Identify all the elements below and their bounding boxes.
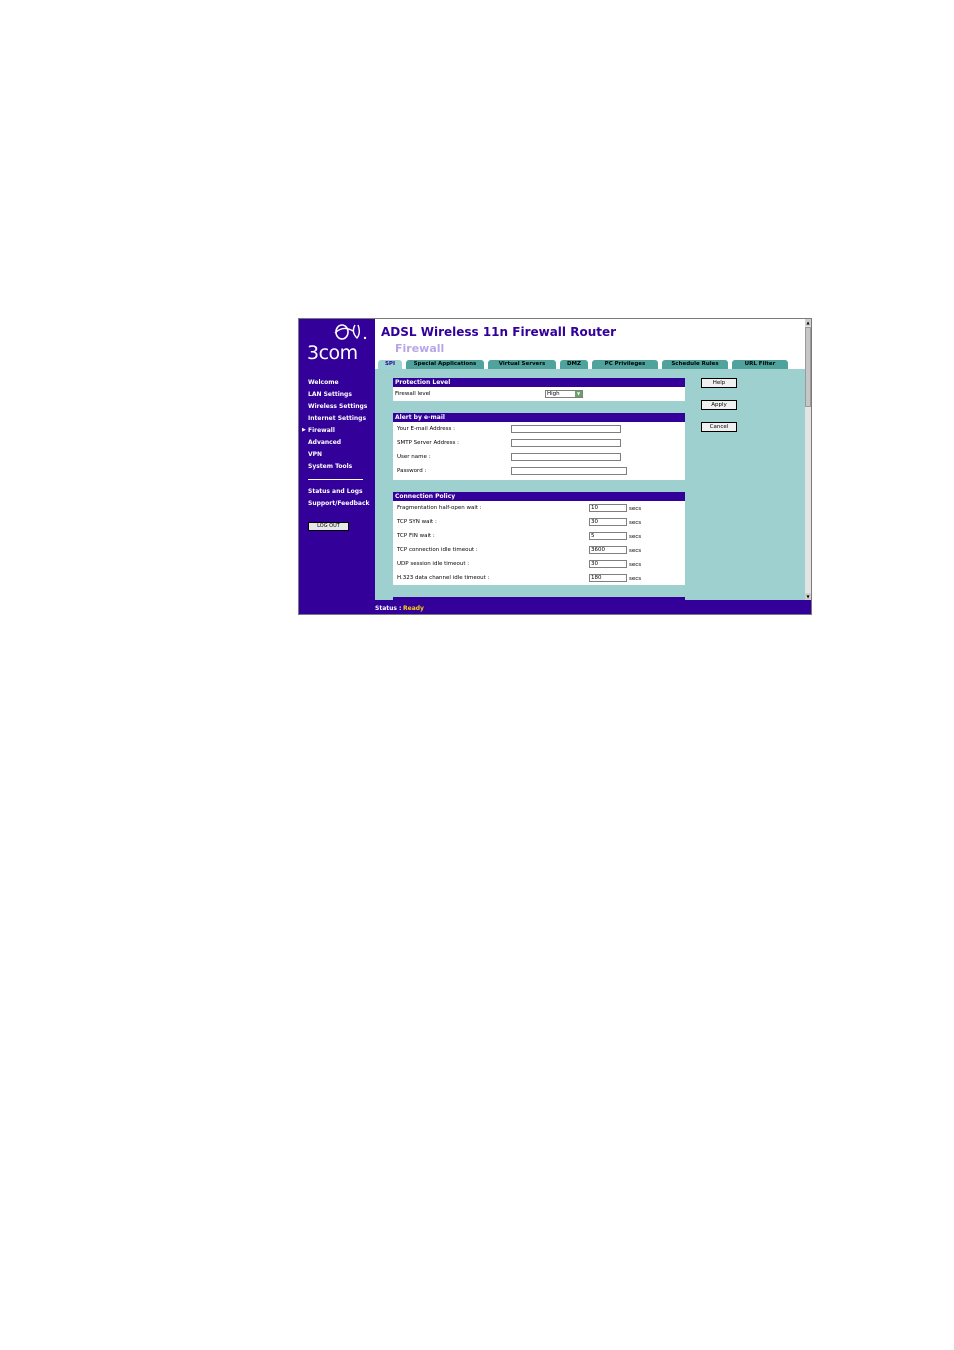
logout-button[interactable]: LOG OUT (308, 522, 349, 531)
alert-email-panel: Alert by e-mail Your E-mail Address : SM… (393, 413, 685, 480)
sidebar: 3com Welcome LAN Settings Wireless Setti… (299, 319, 375, 614)
tcp-syn-wait-input[interactable] (589, 518, 627, 526)
sidebar-item-system-tools[interactable]: System Tools (308, 463, 352, 471)
sidebar-item-internet-settings[interactable]: Internet Settings (308, 415, 366, 423)
email-input[interactable] (511, 425, 621, 433)
tcp-fin-wait-input[interactable] (589, 532, 627, 540)
help-button[interactable]: Help (701, 378, 737, 388)
username-label: User name : (397, 454, 431, 460)
sidebar-divider (308, 479, 363, 480)
tab-bar: SPI Special Applications Virtual Servers… (375, 359, 805, 369)
apply-button[interactable]: Apply (701, 400, 737, 410)
firewall-level-value: High (547, 391, 560, 397)
fragmentation-wait-input[interactable] (589, 504, 627, 512)
status-label: Status : (375, 605, 402, 612)
alert-email-heading: Alert by e-mail (393, 413, 685, 422)
scroll-up-arrow-icon[interactable]: ▲ (805, 319, 811, 326)
tcp-syn-wait-unit: secs (629, 520, 642, 526)
udp-idle-timeout-unit: secs (629, 562, 642, 568)
tcp-idle-timeout-input[interactable] (589, 546, 627, 554)
dropdown-arrow-icon: ▼ (575, 391, 582, 397)
protection-level-heading: Protection Level (393, 378, 685, 387)
tab-spi[interactable]: SPI (378, 360, 402, 369)
cancel-button[interactable]: Cancel (701, 422, 737, 432)
tcp-idle-timeout-label: TCP connection idle timeout : (397, 547, 478, 553)
smtp-input[interactable] (511, 439, 621, 447)
sidebar-item-advanced[interactable]: Advanced (308, 439, 341, 447)
fragmentation-wait-label: Fragmentation half-open wait : (397, 505, 482, 511)
tab-url-filter[interactable]: URL Filter (732, 360, 788, 369)
h323-idle-timeout-label: H.323 data channel idle timeout : (397, 575, 490, 581)
udp-idle-timeout-label: UDP session idle timeout : (397, 561, 470, 567)
firewall-level-select[interactable]: High ▼ (545, 390, 583, 398)
tab-schedule-rules[interactable]: Schedule Rules (662, 360, 728, 369)
vertical-scrollbar[interactable]: ▲ ▼ (805, 319, 811, 600)
3com-swoosh-icon (334, 324, 367, 340)
smtp-label: SMTP Server Address : (397, 440, 459, 446)
h323-idle-timeout-input[interactable] (589, 574, 627, 582)
content-area: Protection Level Firewall level High ▼ A… (375, 369, 805, 600)
status-value: Ready (403, 605, 424, 612)
password-input[interactable] (511, 467, 627, 475)
tcp-syn-wait-label: TCP SYN wait : (397, 519, 437, 525)
sidebar-item-firewall[interactable]: Firewall (308, 427, 335, 435)
page-title: Firewall (395, 342, 445, 355)
status-bar: Status : Ready (375, 600, 811, 614)
fragmentation-wait-unit: secs (629, 506, 642, 512)
firewall-level-label: Firewall level (395, 391, 431, 397)
connection-policy-panel: Connection Policy Fragmentation half-ope… (393, 492, 685, 585)
tcp-fin-wait-unit: secs (629, 534, 642, 540)
email-label: Your E-mail Address : (397, 426, 455, 432)
sidebar-item-welcome[interactable]: Welcome (308, 379, 339, 387)
sidebar-item-vpn[interactable]: VPN (308, 451, 322, 459)
tab-virtual-servers[interactable]: Virtual Servers (488, 360, 556, 369)
active-arrow-icon: ▶ (302, 427, 306, 433)
page-header: ADSL Wireless 11n Firewall Router Firewa… (375, 319, 805, 369)
tab-pc-privileges[interactable]: PC Privileges (592, 360, 658, 369)
tab-special-applications[interactable]: Special Applications (406, 360, 484, 369)
sidebar-item-status-and-logs[interactable]: Status and Logs (308, 488, 363, 496)
password-label: Password : (397, 468, 427, 474)
brand-logo: 3com (303, 321, 371, 365)
username-input[interactable] (511, 453, 621, 461)
brand-logo-text: 3com (307, 342, 358, 364)
sidebar-item-support-feedback[interactable]: Support/Feedback (308, 500, 370, 508)
scroll-down-arrow-icon[interactable]: ▼ (805, 593, 811, 600)
sidebar-item-lan-settings[interactable]: LAN Settings (308, 391, 352, 399)
tcp-fin-wait-label: TCP FIN wait : (397, 533, 435, 539)
h323-idle-timeout-unit: secs (629, 576, 642, 582)
udp-idle-timeout-input[interactable] (589, 560, 627, 568)
protection-level-panel: Protection Level Firewall level High ▼ (393, 378, 685, 401)
scrollbar-thumb[interactable] (805, 327, 811, 407)
tab-dmz[interactable]: DMZ (560, 360, 588, 369)
sidebar-item-wireless-settings[interactable]: Wireless Settings (308, 403, 367, 411)
connection-policy-heading: Connection Policy (393, 492, 685, 501)
tcp-idle-timeout-unit: secs (629, 548, 642, 554)
app-title: ADSL Wireless 11n Firewall Router (381, 325, 617, 339)
router-admin-window: 3com Welcome LAN Settings Wireless Setti… (298, 318, 812, 615)
